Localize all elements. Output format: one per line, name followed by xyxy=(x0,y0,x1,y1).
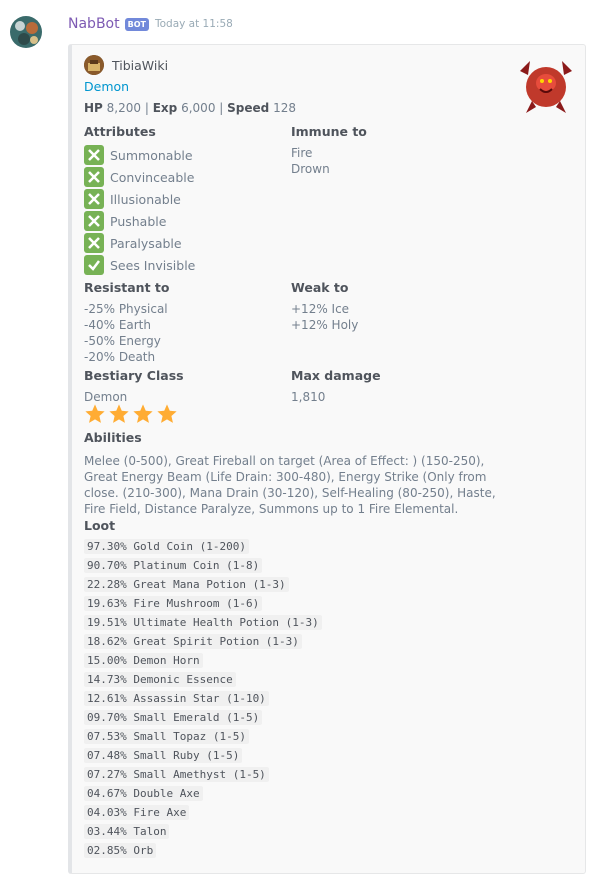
check-mark-icon xyxy=(84,255,104,275)
max-damage-field-name: Max damage xyxy=(291,368,381,383)
attribute-row: Sees Invisible xyxy=(84,254,195,276)
weak-value: +12% Holy xyxy=(291,318,359,332)
loot-item: 09.70% Small Emerald (1-5) xyxy=(84,708,322,727)
loot-item: 04.03% Fire Axe xyxy=(84,803,322,822)
attribute-label: Pushable xyxy=(110,213,167,229)
speed-value: 128 xyxy=(273,101,296,115)
message-header: NabBot BOT Today at 11:58 xyxy=(68,14,233,34)
resistant-value: -25% Physical xyxy=(84,302,168,316)
attribute-row: Illusionable xyxy=(84,188,195,210)
star-icon xyxy=(85,404,105,423)
loot-item: 22.28% Great Mana Potion (1-3) xyxy=(84,575,322,594)
attribute-label: Summonable xyxy=(110,147,193,163)
attribute-label: Illusionable xyxy=(110,191,181,207)
resistant-field-name: Resistant to xyxy=(84,280,170,295)
star-icon xyxy=(109,404,129,423)
cross-mark-icon xyxy=(84,167,104,187)
username[interactable]: NabBot xyxy=(68,16,120,32)
attribute-row: Summonable xyxy=(84,144,195,166)
embed-author-name[interactable]: TibiaWiki xyxy=(112,58,168,73)
loot-item: 02.85% Orb xyxy=(84,841,322,860)
weak-values: +12% Ice +12% Holy xyxy=(291,301,358,333)
attribute-label: Convinceable xyxy=(110,169,195,185)
star-icon xyxy=(133,404,153,423)
immune-value: Drown xyxy=(291,162,330,176)
stats-separator: | xyxy=(144,101,149,115)
loot-item: 14.73% Demonic Essence xyxy=(84,670,322,689)
attribute-label: Paralysable xyxy=(110,235,182,251)
loot-item: 15.00% Demon Horn xyxy=(84,651,322,670)
weak-field-name: Weak to xyxy=(291,280,349,295)
attribute-label: Sees Invisible xyxy=(110,257,196,273)
abilities-text: Melee (0-500), Great Fireball on target … xyxy=(84,454,496,516)
weak-value: +12% Ice xyxy=(291,302,350,316)
hp-label: HP xyxy=(84,101,103,115)
cross-mark-icon xyxy=(84,189,104,209)
embed-author: TibiaWiki xyxy=(84,55,168,75)
nabbot-avatar-icon[interactable] xyxy=(6,12,46,52)
cross-mark-icon xyxy=(84,211,104,231)
attributes-list: Summonable Convinceable Illusionable Pus… xyxy=(84,144,195,276)
loot-list: 97.30% Gold Coin (1-200) 90.70% Platinum… xyxy=(84,537,322,860)
attribute-row: Paralysable xyxy=(84,232,195,254)
loot-item: 18.62% Great Spirit Potion (1-3) xyxy=(84,632,322,651)
bestiary-field-name: Bestiary Class xyxy=(84,368,184,383)
embed-card: TibiaWiki Demon HP 8,200 | Exp 6,000 | S… xyxy=(68,44,586,874)
immune-values: Fire Drown xyxy=(291,145,330,177)
bestiary-stars xyxy=(84,403,180,425)
exp-label: Exp xyxy=(152,101,178,115)
resistant-value: -40% Earth xyxy=(84,318,151,332)
cross-mark-icon xyxy=(84,233,104,253)
attributes-field-name: Attributes xyxy=(84,124,156,139)
loot-item: 07.48% Small Ruby (1-5) xyxy=(84,746,322,765)
star-icon xyxy=(157,404,177,423)
attribute-row: Convinceable xyxy=(84,166,195,188)
loot-item: 12.61% Assassin Star (1-10) xyxy=(84,689,322,708)
stats-separator: | xyxy=(219,101,224,115)
bot-tag: BOT xyxy=(124,17,149,31)
loot-item: 97.30% Gold Coin (1-200) xyxy=(84,537,322,556)
loot-item: 19.51% Ultimate Health Potion (1-3) xyxy=(84,613,322,632)
loot-item: 03.44% Talon xyxy=(84,822,322,841)
speed-label: Speed xyxy=(227,101,270,115)
hp-value: 8,200 xyxy=(106,101,142,115)
loot-item: 90.70% Platinum Coin (1-8) xyxy=(84,556,322,575)
tibiawiki-icon xyxy=(84,55,104,75)
loot-item: 07.53% Small Topaz (1-5) xyxy=(84,727,322,746)
exp-value: 6,000 xyxy=(181,101,216,115)
embed-title-link[interactable]: Demon xyxy=(84,79,129,94)
abilities-field-name: Abilities xyxy=(84,430,142,445)
immune-field-name: Immune to xyxy=(291,124,367,139)
immune-value: Fire xyxy=(291,146,313,160)
cross-mark-icon xyxy=(84,145,104,165)
loot-item: 07.27% Small Amethyst (1-5) xyxy=(84,765,322,784)
loot-field-name: Loot xyxy=(84,518,116,533)
max-damage-value: 1,810 xyxy=(291,390,326,404)
demon-thumbnail-icon[interactable] xyxy=(514,53,578,117)
resistant-value: -20% Death xyxy=(84,350,156,364)
resistant-values: -25% Physical -40% Earth -50% Energy -20… xyxy=(84,301,168,365)
attribute-row: Pushable xyxy=(84,210,195,232)
resistant-value: -50% Energy xyxy=(84,334,161,348)
loot-item: 19.63% Fire Mushroom (1-6) xyxy=(84,594,322,613)
timestamp: Today at 11:58 xyxy=(154,18,233,30)
loot-item: 04.67% Double Axe xyxy=(84,784,322,803)
monster-stats: HP 8,200 | Exp 6,000 | Speed 128 xyxy=(84,101,296,115)
